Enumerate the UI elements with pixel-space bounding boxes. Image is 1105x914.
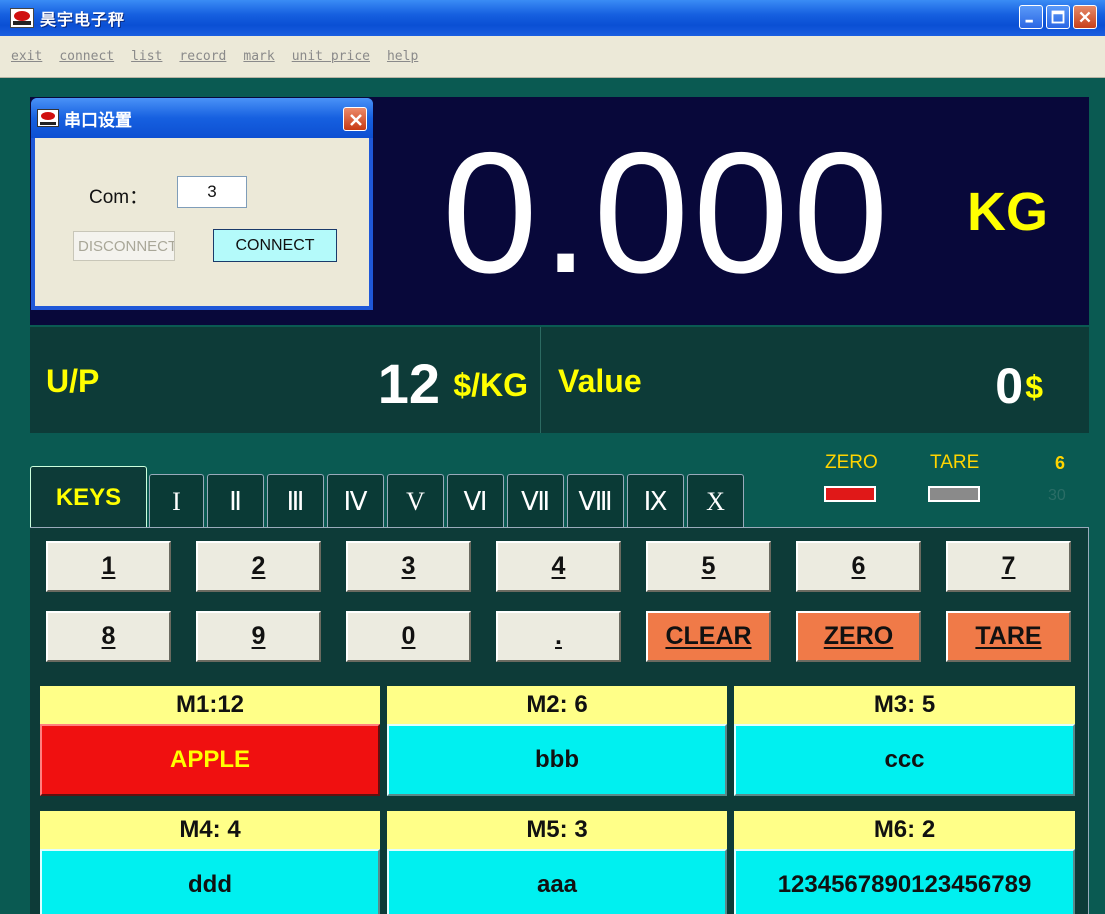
memory-3-button[interactable]: ccc — [734, 724, 1075, 796]
count-max: 30 — [1048, 487, 1066, 504]
weight-value: 0.000 — [442, 117, 893, 309]
value-amount: 0 — [995, 358, 1023, 414]
key-9[interactable]: 9 — [196, 611, 321, 662]
unit-price-panel: U/P 12 $/KG — [30, 327, 541, 433]
menu-connect[interactable]: connect — [59, 49, 114, 64]
tab-5[interactable]: V — [387, 474, 444, 528]
memory-1-header: M1:12 — [40, 686, 380, 724]
key-3[interactable]: 3 — [346, 541, 471, 592]
key-2[interactable]: 2 — [196, 541, 321, 592]
count-indicator: 6 — [1055, 453, 1066, 473]
unit-price-unit: $/KG — [453, 367, 528, 403]
connect-button[interactable]: CONNECT — [213, 229, 337, 262]
zero-indicator-led — [824, 486, 876, 502]
app-logo-icon — [37, 109, 59, 127]
memory-6-button[interactable]: 1234567890123456789 — [734, 849, 1075, 914]
close-icon — [1079, 11, 1091, 23]
menu-exit[interactable]: exit — [11, 49, 42, 64]
memory-5-header: M5: 3 — [387, 811, 727, 849]
clear-button[interactable]: CLEAR — [646, 611, 771, 662]
window-title: 昊宇电子秤 — [40, 12, 126, 29]
serial-settings-dialog: 串口设置 Com： DISCONNECT CONNECT — [31, 98, 373, 310]
tab-3[interactable]: Ⅲ — [267, 474, 324, 528]
title-bar: 昊宇电子秤 — [0, 0, 1105, 36]
menu-record[interactable]: record — [179, 49, 226, 64]
keys-panel: 1 2 3 4 5 6 7 8 9 0 . CLEAR ZERO TARE M1… — [30, 527, 1089, 914]
menu-unit-price[interactable]: unit price — [292, 49, 370, 64]
key-1[interactable]: 1 — [46, 541, 171, 592]
memory-3-header: M3: 5 — [734, 686, 1075, 724]
tare-indicator-label: TARE — [930, 452, 980, 473]
tab-1[interactable]: I — [149, 474, 204, 528]
key-dot[interactable]: . — [496, 611, 621, 662]
tab-4[interactable]: Ⅳ — [327, 474, 384, 528]
tab-2[interactable]: Ⅱ — [207, 474, 264, 528]
close-button[interactable] — [1073, 5, 1097, 29]
zero-indicator-label: ZERO — [825, 452, 878, 473]
dialog-title-bar[interactable]: 串口设置 — [31, 98, 373, 138]
window-controls — [1019, 5, 1097, 29]
zero-button[interactable]: ZERO — [796, 611, 921, 662]
tab-keys[interactable]: KEYS — [30, 466, 147, 528]
tare-indicator-led — [928, 486, 980, 502]
memory-4-button[interactable]: ddd — [40, 849, 380, 914]
memory-5-button[interactable]: aaa — [387, 849, 727, 914]
close-icon — [350, 114, 362, 126]
value-unit: $ — [1025, 369, 1043, 405]
menu-bar: exit connect list record mark unit price… — [0, 36, 1105, 78]
com-port-label: Com： — [89, 187, 149, 208]
key-8[interactable]: 8 — [46, 611, 171, 662]
weight-unit: KG — [967, 182, 1048, 242]
minimize-icon — [1025, 19, 1033, 23]
app-logo-icon — [10, 8, 34, 28]
key-6[interactable]: 6 — [796, 541, 921, 592]
menu-help[interactable]: help — [387, 49, 418, 64]
key-5[interactable]: 5 — [646, 541, 771, 592]
tab-6[interactable]: Ⅵ — [447, 474, 504, 528]
menu-list[interactable]: list — [131, 49, 162, 64]
value-label: Value — [558, 363, 642, 399]
dialog-title: 串口设置 — [64, 110, 132, 130]
memory-2-button[interactable]: bbb — [387, 724, 727, 796]
tare-button[interactable]: TARE — [946, 611, 1071, 662]
unit-price-value: 12 — [377, 352, 440, 415]
com-port-input[interactable] — [177, 176, 247, 208]
disconnect-button[interactable]: DISCONNECT — [73, 231, 175, 261]
memory-2-header: M2: 6 — [387, 686, 727, 724]
key-0[interactable]: 0 — [346, 611, 471, 662]
memory-4-header: M4: 4 — [40, 811, 380, 849]
tab-8[interactable]: Ⅷ — [567, 474, 624, 528]
unit-price-label: U/P — [46, 363, 100, 399]
value-panel: Value 0 $ — [541, 327, 1089, 433]
dialog-body: Com： DISCONNECT CONNECT — [35, 138, 369, 306]
minimize-button[interactable] — [1019, 5, 1043, 29]
maximize-icon — [1051, 10, 1065, 24]
tab-10[interactable]: X — [687, 474, 744, 528]
key-4[interactable]: 4 — [496, 541, 621, 592]
tab-7[interactable]: Ⅶ — [507, 474, 564, 528]
tab-bar: KEYS I Ⅱ Ⅲ Ⅳ V Ⅵ Ⅶ Ⅷ Ⅸ X — [30, 466, 747, 528]
maximize-button[interactable] — [1046, 5, 1070, 29]
memory-1-button[interactable]: APPLE — [40, 724, 380, 796]
key-7[interactable]: 7 — [946, 541, 1071, 592]
price-row: U/P 12 $/KG Value 0 $ — [30, 327, 1089, 433]
dialog-close-button[interactable] — [343, 107, 367, 131]
memory-6-header: M6: 2 — [734, 811, 1075, 849]
tab-9[interactable]: Ⅸ — [627, 474, 684, 528]
menu-mark[interactable]: mark — [243, 49, 274, 64]
